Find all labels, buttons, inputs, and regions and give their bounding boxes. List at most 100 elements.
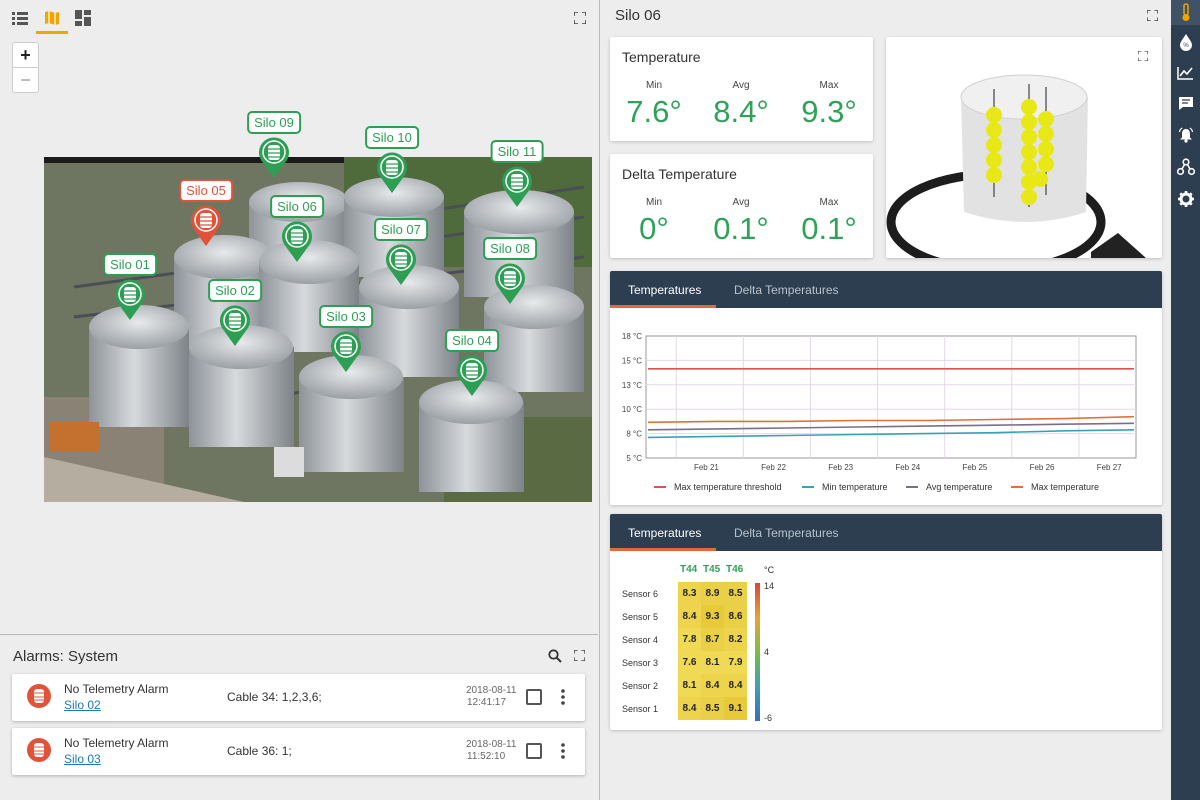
heatmap-cell: 9.3: [701, 605, 724, 628]
message-icon[interactable]: [1175, 93, 1196, 114]
scale-label: 4: [764, 647, 770, 657]
heatmap-cell: 8.7: [701, 628, 724, 651]
pin-label: Silo 03: [319, 305, 373, 328]
avg-stat: Avg 8.4°: [696, 80, 786, 130]
color-scale-bar: [755, 583, 760, 721]
pin-label: Silo 01: [103, 253, 157, 276]
heatmap-cell: 8.6: [724, 605, 747, 628]
scale-label: 14: [764, 581, 775, 591]
delta-temperature-card: Delta Temperature Min 0° Avg 0.1° Max 0.1°: [610, 154, 873, 258]
x-tick-label: Feb 22: [761, 463, 786, 472]
zoom-out-button[interactable]: −: [13, 68, 38, 93]
heatmap-cell: 8.3: [678, 582, 701, 605]
alarm-checkbox[interactable]: [526, 689, 542, 705]
heatmap-cell: 8.5: [701, 697, 724, 720]
heatmap-cell: 8.4: [678, 697, 701, 720]
silo-3d-view[interactable]: [886, 37, 1162, 258]
stat-label: Avg: [732, 80, 750, 91]
search-icon[interactable]: [548, 649, 562, 663]
more-vert-icon[interactable]: [557, 686, 569, 708]
heatmap-cell: 7.6: [678, 651, 701, 674]
sensor-heatmap-card: Temperatures Delta Temperatures T44 T45 T4…: [610, 514, 1162, 730]
tab-temperatures[interactable]: Temperatures: [628, 283, 701, 297]
y-tick-label: 8 °C: [626, 430, 642, 439]
zoom-in-button[interactable]: +: [13, 43, 38, 68]
humidity-icon[interactable]: %: [1175, 31, 1196, 52]
silo-alarm-icon: [27, 738, 51, 762]
alarm-date: 2018-08-11: [466, 685, 517, 696]
alarm-timestamp: 2018-08-11 12:41:17: [466, 685, 516, 709]
x-tick-label: Feb 21: [694, 463, 719, 472]
stat-value: 0.1°: [801, 211, 857, 246]
alarm-row[interactable]: No Telemetry Alarm Silo 02 Cable 34: 1,2…: [12, 674, 585, 721]
tab-delta-temperatures[interactable]: Delta Temperatures: [734, 283, 839, 297]
stat-value: 0.1°: [713, 211, 769, 246]
silo-marker-icon: [220, 305, 250, 346]
alarm-source-link[interactable]: Silo 03: [64, 752, 101, 766]
silo-marker-icon: [115, 279, 145, 320]
pin-label: Silo 04: [445, 329, 499, 352]
heatmap-cell: 8.1: [678, 674, 701, 697]
alarm-time: 11:52:10: [467, 751, 506, 762]
heatmap-cell: 7.9: [724, 651, 747, 674]
pin-label: Silo 06: [270, 195, 324, 218]
map-view-icon[interactable]: [40, 6, 64, 30]
temperature-card: Temperature Min 7.6° Avg 8.4° Max 9.3°: [610, 37, 873, 141]
pin-label: Silo 09: [247, 111, 301, 134]
stat-label: Max: [819, 80, 839, 91]
thermometer-icon[interactable]: [1175, 2, 1196, 23]
settings-gear-icon[interactable]: [1175, 188, 1196, 209]
temperature-line-chart: 18 °C 15 °C 13 °C 10 °C 8 °C 5 °C Feb 21 Feb 22…: [622, 332, 1137, 492]
heatmap-cell: 9.1: [724, 697, 747, 720]
tab-temperatures[interactable]: Temperatures: [628, 526, 701, 540]
legend-label: Max temperature: [1031, 482, 1099, 492]
stat-value: 0°: [639, 211, 669, 246]
row-label: Sensor 1: [622, 704, 659, 714]
fullscreen-icon[interactable]: [1147, 10, 1158, 21]
tab-delta-temperatures[interactable]: Delta Temperatures: [734, 526, 839, 540]
row-label: Sensor 6: [622, 589, 659, 599]
alarm-row[interactable]: No Telemetry Alarm Silo 03 Cable 36: 1; …: [12, 728, 585, 775]
pin-label: Silo 11: [490, 140, 544, 163]
fullscreen-icon[interactable]: [574, 650, 585, 661]
min-stat: Min 0°: [609, 197, 699, 247]
heatmap-cell: 8.4: [701, 674, 724, 697]
row-label: Sensor 4: [622, 635, 659, 645]
network-icon[interactable]: [1175, 156, 1196, 177]
chart-icon[interactable]: [1175, 62, 1196, 83]
alarm-checkbox[interactable]: [526, 743, 542, 759]
heatmap-cell: 8.2: [724, 628, 747, 651]
more-vert-icon[interactable]: [557, 740, 569, 762]
column-label: T46: [726, 564, 744, 575]
stat-value: 8.4°: [713, 94, 769, 129]
alarm-source-link[interactable]: Silo 02: [64, 698, 101, 712]
scale-unit: °C: [764, 565, 775, 575]
legend-label: Max temperature threshold: [674, 482, 782, 492]
silo-marker-icon: [282, 221, 312, 262]
card-title: Delta Temperature: [622, 166, 737, 182]
legend-label: Avg temperature: [926, 482, 992, 492]
silo-alarm-marker-icon: [191, 205, 221, 246]
stat-label: Min: [645, 197, 663, 208]
list-view-icon[interactable]: [8, 6, 32, 30]
stat-label: Max: [819, 197, 839, 208]
stat-label: Min: [645, 80, 663, 91]
active-view-indicator: [36, 31, 68, 34]
dashboard-view-icon[interactable]: [71, 6, 95, 30]
silo-marker-icon: [259, 137, 289, 178]
x-tick-label: Feb 23: [828, 463, 853, 472]
silo-marker-icon: [502, 166, 532, 207]
stat-value: 7.6°: [626, 94, 682, 129]
heatmap-cell: 7.8: [678, 628, 701, 651]
stat-label: Avg: [732, 197, 750, 208]
row-label: Sensor 5: [622, 612, 659, 622]
row-label: Sensor 2: [622, 681, 659, 691]
max-stat: Max 9.3°: [784, 80, 874, 130]
zoom-control: + −: [12, 42, 39, 93]
heatmap-cell: 8.4: [724, 674, 747, 697]
alarm-type: No Telemetry Alarm: [64, 736, 169, 750]
fullscreen-icon[interactable]: [568, 6, 592, 30]
y-tick-label: 13 °C: [622, 381, 642, 390]
alarm-bell-icon[interactable]: [1175, 124, 1196, 145]
max-stat: Max 0.1°: [784, 197, 874, 247]
